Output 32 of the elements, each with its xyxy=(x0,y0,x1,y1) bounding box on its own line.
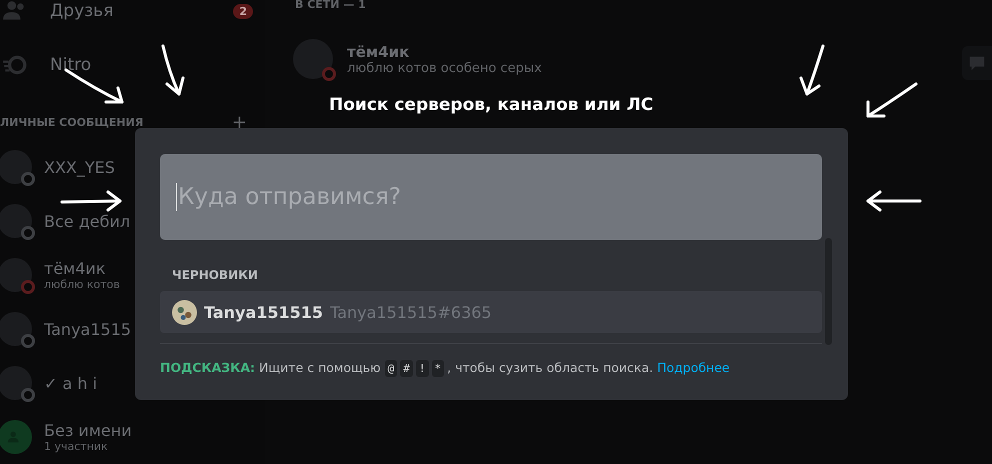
avatar xyxy=(0,150,32,184)
learn-more-link[interactable]: Подробнее xyxy=(657,360,730,375)
dm-subtitle: люблю котов xyxy=(44,278,120,291)
avatar xyxy=(0,204,32,238)
friend-status: люблю котов особено серых xyxy=(347,60,542,76)
friend-name: тём4ик xyxy=(347,42,410,60)
dm-name[interactable]: тём4ик xyxy=(44,259,120,278)
dialog-title: Поиск серверов, каналов или ЛС xyxy=(329,95,654,115)
dm-name[interactable]: Все дебил xyxy=(44,212,130,230)
section-title: В СЕТИ — 1 xyxy=(295,0,367,11)
avatar xyxy=(0,258,32,292)
dm-name[interactable]: XXX_YES xyxy=(44,158,115,176)
dm-name[interactable]: Tanya1515 xyxy=(44,320,132,338)
text-cursor xyxy=(176,183,177,211)
dm-name[interactable]: Без имени xyxy=(44,421,132,440)
message-button[interactable] xyxy=(962,46,992,80)
avatar xyxy=(172,300,197,324)
avatar xyxy=(0,312,32,346)
dm-subtitle: 1 участник xyxy=(44,440,109,453)
tip-text: ПОДСКАЗКА: Ищите с помощью @ # ! * , чтобы сузить область поиска. Подробнее xyxy=(160,360,731,375)
dm-name[interactable]: ✓ a h i xyxy=(44,374,98,392)
chat-icon xyxy=(968,54,986,72)
group-avatar xyxy=(0,420,32,454)
result-item[interactable]: Tanya151515 Tanya151515#6365 xyxy=(160,291,822,333)
unread-badge: 2 xyxy=(233,4,253,18)
nav-label[interactable]: Друзья xyxy=(50,1,212,21)
nav-label[interactable]: Nitro xyxy=(50,55,265,75)
avatar xyxy=(0,366,32,400)
add-dm-button[interactable]: + xyxy=(232,112,247,132)
section-title: ЛИЧНЫЕ СООБЩЕНИЯ xyxy=(0,116,144,128)
section-title: ЧЕРНОВИКИ xyxy=(172,268,259,282)
avatar xyxy=(293,39,333,79)
